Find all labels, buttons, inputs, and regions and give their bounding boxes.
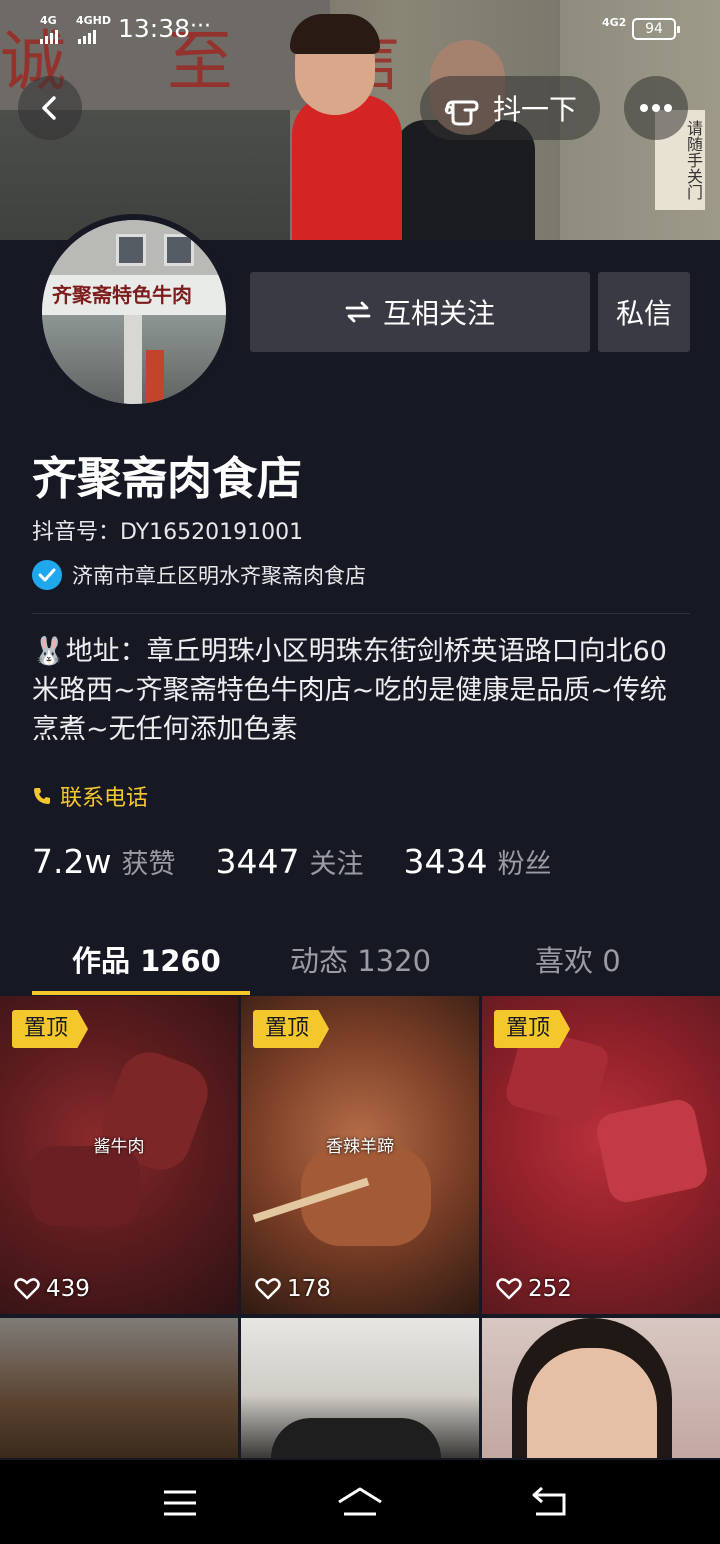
heart-outline-icon [496, 1278, 522, 1300]
video-thumbnail[interactable] [241, 1318, 479, 1458]
back-button[interactable] [18, 76, 82, 140]
poke-hand-icon [444, 100, 479, 126]
video-caption: 香辣羊蹄 [326, 1137, 394, 1157]
signal-bars-2-icon [78, 30, 96, 44]
stat-likes: 7.2w 获赞 [32, 842, 175, 881]
avatar-red-banner [146, 350, 164, 404]
profile-bio: 🐰地址：章丘明珠小区明珠东街剑桥英语路口向北60米路西~齐聚斋特色牛肉店~吃的是… [32, 636, 667, 745]
video-likes: 439 [14, 1276, 90, 1302]
profile-stats: 7.2w 获赞 3447 关注 3434 粉丝 [32, 842, 591, 881]
contact-phone-link[interactable]: 联系电话 [32, 780, 148, 812]
divider [32, 613, 690, 614]
video-likes-count: 439 [46, 1276, 90, 1302]
stat-following-count: 3447 [215, 842, 300, 881]
shake-button[interactable]: 抖一下 [420, 76, 600, 140]
thumbnail-wok [271, 1418, 441, 1458]
cover-person-girl [292, 95, 402, 240]
avatar-image: 齐聚斋特色牛肉 [42, 220, 226, 404]
content-tabs: 作品 1260 动态 1320 喜欢 0 [0, 930, 720, 996]
video-thumbnail[interactable]: 置顶 香辣羊蹄 178 [241, 996, 479, 1314]
signal-bars-icon [40, 30, 58, 44]
contact-phone-label: 联系电话 [60, 786, 149, 811]
douyin-id: 抖音号：DY16520191001 [32, 520, 304, 545]
stat-followers-count: 3434 [403, 842, 488, 881]
heart-outline-icon [255, 1278, 281, 1300]
pinned-badge: 置顶 [12, 1010, 89, 1048]
stat-following[interactable]: 3447 关注 [215, 842, 363, 881]
stat-following-label: 关注 [309, 849, 364, 880]
message-label: 私信 [615, 297, 672, 330]
chevron-left-icon [42, 96, 56, 120]
phone-icon [34, 788, 50, 804]
status-time: 13:38 [118, 14, 191, 43]
video-caption: 酱牛肉 [93, 1137, 145, 1157]
avatar-window [116, 234, 146, 266]
mutual-follow-button[interactable]: 互相关注 [250, 272, 590, 352]
stat-likes-count: 7.2w [32, 842, 112, 881]
more-options-button[interactable] [624, 76, 688, 140]
verified-row: 济南市章丘区明水齐聚斋肉食店 [32, 560, 366, 590]
video-thumbnail[interactable] [482, 1318, 720, 1458]
swap-arrows-icon [345, 301, 371, 323]
active-tab-indicator [32, 991, 250, 995]
video-likes: 252 [496, 1276, 572, 1302]
avatar-pole [124, 315, 142, 404]
tab-favorites[interactable]: 喜欢 0 [535, 938, 621, 980]
shake-label: 抖一下 [492, 93, 577, 126]
stat-likes-label: 获赞 [121, 849, 176, 880]
thumbnail-meat-piece [593, 1096, 711, 1206]
heart-outline-icon [14, 1278, 40, 1300]
message-button[interactable]: 私信 [598, 272, 690, 352]
video-likes-count: 178 [287, 1276, 331, 1302]
battery-level: 94 [645, 21, 663, 37]
signal-label-1: 4G [40, 14, 57, 27]
stat-followers-label: 粉丝 [497, 849, 552, 880]
tab-works[interactable]: 作品 1260 [72, 938, 221, 980]
avatar[interactable]: 齐聚斋特色牛肉 [36, 214, 232, 410]
signal-label-right: 4G2 [602, 16, 627, 29]
status-bar: 4G 4GHD 13:38 ··· 4G2 94 [0, 0, 720, 56]
video-likes: 178 [255, 1276, 331, 1302]
menu-icon[interactable] [162, 1488, 198, 1518]
thumbnail-child-face [527, 1348, 657, 1458]
verified-check-icon [32, 560, 62, 590]
video-grid: 置顶 酱牛肉 439 置顶 香辣羊蹄 178 置顶 252 [0, 996, 720, 1458]
video-thumbnail[interactable]: 置顶 酱牛肉 439 [0, 996, 238, 1314]
tab-activity[interactable]: 动态 1320 [290, 938, 431, 980]
avatar-shop-sign: 齐聚斋特色牛肉 [42, 275, 226, 315]
stat-followers[interactable]: 3434 粉丝 [403, 842, 551, 881]
home-icon[interactable] [336, 1486, 384, 1518]
video-thumbnail[interactable]: 置顶 252 [482, 996, 720, 1314]
system-navigation-bar [0, 1460, 720, 1544]
mutual-follow-label: 互相关注 [382, 297, 495, 330]
back-nav-icon[interactable] [530, 1486, 570, 1518]
pinned-badge: 置顶 [253, 1010, 330, 1048]
profile-name: 齐聚斋肉食店 [32, 452, 303, 505]
more-horizontal-icon [640, 104, 672, 112]
pinned-badge: 置顶 [494, 1010, 571, 1048]
status-more-indicator: ··· [190, 14, 211, 39]
thumbnail-meat-piece [30, 1146, 140, 1226]
verified-text: 济南市章丘区明水齐聚斋肉食店 [72, 564, 366, 588]
battery-icon: 94 [632, 18, 680, 40]
avatar-window [164, 234, 194, 266]
video-thumbnail[interactable] [0, 1318, 238, 1458]
video-likes-count: 252 [528, 1276, 572, 1302]
signal-label-2: 4GHD [76, 14, 112, 27]
